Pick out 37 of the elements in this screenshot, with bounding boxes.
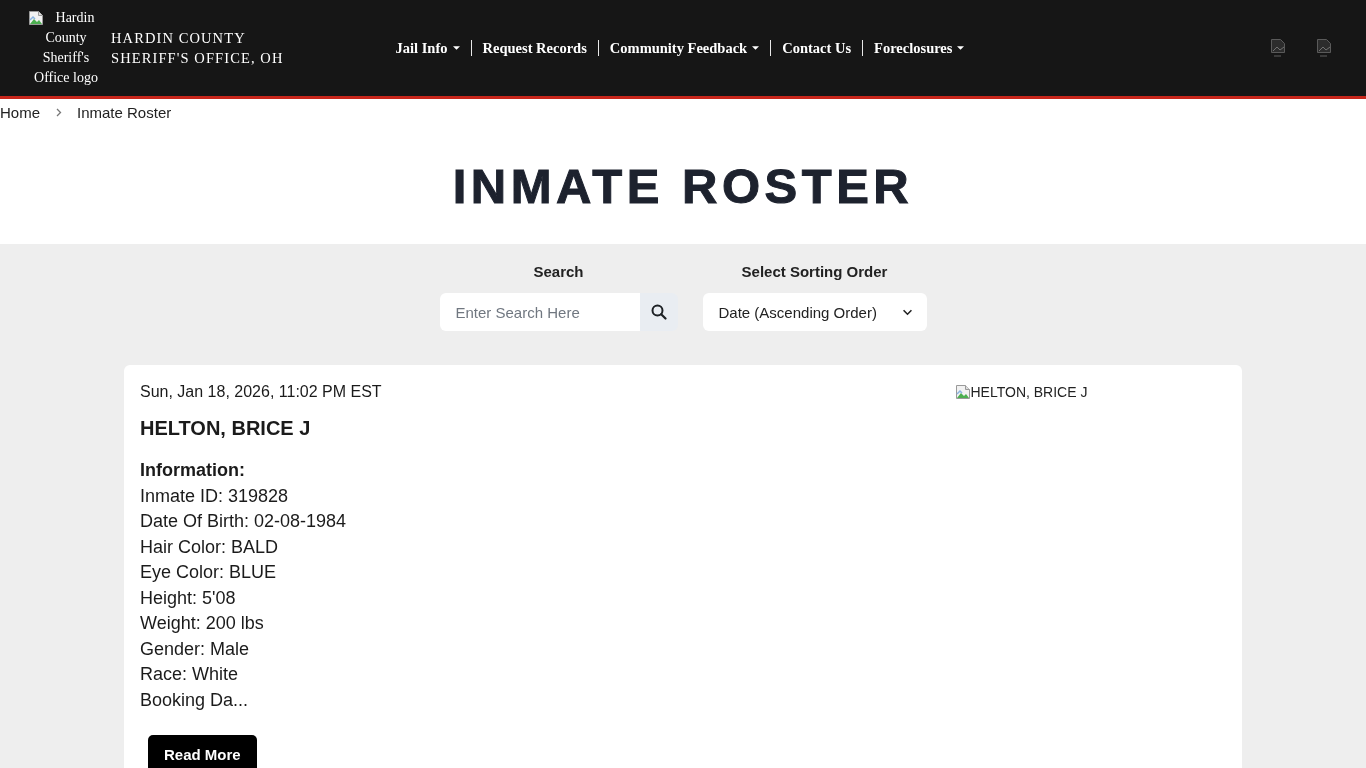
inmate-detail: Booking Da... bbox=[140, 688, 250, 712]
nav-link[interactable]: Contact Us bbox=[782, 35, 852, 61]
logo-alt-text[interactable]: Hardin County Sheriff's Office logo bbox=[28, 8, 104, 88]
sort-dropdown[interactable]: Date (Ascending Order) bbox=[702, 293, 927, 331]
broken-image-icon bbox=[28, 10, 44, 26]
photo-alt-text: HELTON, BRICE J bbox=[970, 384, 1088, 400]
inmate-detail: Height: 5'08 bbox=[140, 586, 237, 610]
inmate-detail: Race: White bbox=[140, 663, 240, 686]
site-title[interactable]: HARDIN COUNTY bbox=[111, 28, 284, 48]
nav-link[interactable]: Request Records bbox=[482, 35, 587, 61]
inmate-detail: Hair Color: BALD bbox=[140, 535, 280, 559]
broken-image-icon[interactable] bbox=[1316, 38, 1332, 58]
search-icon bbox=[650, 304, 667, 320]
site-title[interactable]: SHERIFF'S OFFICE, OH bbox=[111, 48, 284, 68]
read-more-button[interactable]: Read More bbox=[148, 735, 257, 768]
inmate-detail: Inmate ID: 319828 bbox=[140, 484, 290, 508]
inmate-name: HELTON, BRICE J bbox=[140, 416, 312, 440]
breadcrumb-link[interactable]: Inmate Roster bbox=[77, 104, 172, 121]
inmate-detail: Date Of Birth: 02-08-1984 bbox=[140, 510, 348, 533]
broken-image-icon bbox=[954, 384, 971, 400]
search-label: Search bbox=[533, 262, 584, 282]
chevron-down-icon bbox=[901, 308, 913, 316]
inmate-detail: Weight: 200 lbs bbox=[140, 612, 265, 635]
broken-image-icon[interactable] bbox=[1270, 38, 1286, 58]
nav-link[interactable]: Foreclosures bbox=[874, 35, 965, 61]
sort-label: Select Sorting Order bbox=[741, 262, 888, 282]
nav-link[interactable]: Community Feedback bbox=[609, 35, 760, 61]
inmate-detail: Eye Color: BLUE bbox=[140, 561, 278, 584]
search-button[interactable] bbox=[639, 293, 678, 331]
nav-link[interactable]: Jail Info bbox=[395, 35, 460, 61]
search-field[interactable]: Enter Search Here bbox=[439, 293, 640, 331]
page-title: INMATE ROSTER bbox=[451, 158, 915, 215]
booking-date: Sun, Jan 18, 2026, 11:02 PM EST bbox=[140, 382, 383, 402]
inmate-detail: Gender: Male bbox=[140, 637, 251, 661]
info-heading: Information: bbox=[140, 459, 246, 482]
chevron-right-icon bbox=[56, 108, 62, 117]
breadcrumb-link[interactable]: Home bbox=[0, 104, 40, 121]
